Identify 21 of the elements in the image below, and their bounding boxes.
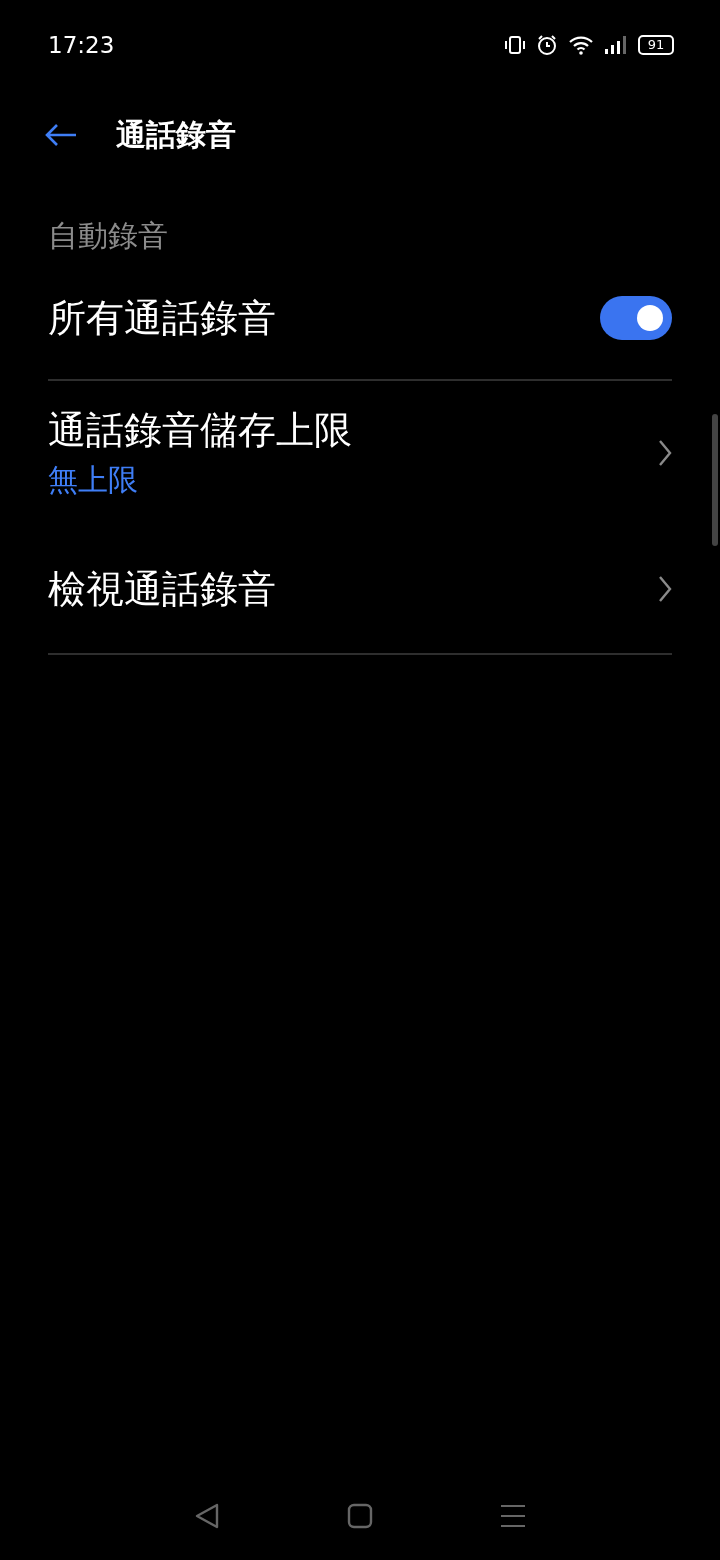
setting-label: 所有通話錄音 — [48, 294, 276, 342]
chevron-right-icon — [658, 439, 672, 467]
home-nav-icon[interactable] — [347, 1503, 373, 1529]
back-arrow-icon[interactable] — [44, 123, 78, 147]
status-time: 17:23 — [48, 32, 115, 58]
battery-indicator: 91 — [638, 35, 674, 55]
toggle-switch[interactable] — [600, 296, 672, 340]
signal-icon — [604, 35, 628, 55]
page-title: 通話錄音 — [116, 115, 236, 154]
menu-nav-icon[interactable] — [500, 1504, 527, 1528]
setting-label: 檢視通話錄音 — [48, 565, 276, 613]
wifi-icon — [568, 35, 594, 55]
chevron-right-icon — [658, 575, 672, 603]
section-header: 自動錄音 — [47, 217, 169, 255]
settings-item[interactable]: 通話錄音儲存上限 無上限 — [0, 381, 720, 525]
setting-label: 通話錄音儲存上限 — [48, 407, 352, 454]
back-nav-icon[interactable] — [193, 1502, 220, 1530]
settings-item[interactable]: 檢視通話錄音 — [0, 525, 720, 653]
setting-value: 無上限 — [48, 461, 139, 499]
alarm-icon — [536, 34, 558, 56]
vibrate-icon — [504, 35, 526, 55]
